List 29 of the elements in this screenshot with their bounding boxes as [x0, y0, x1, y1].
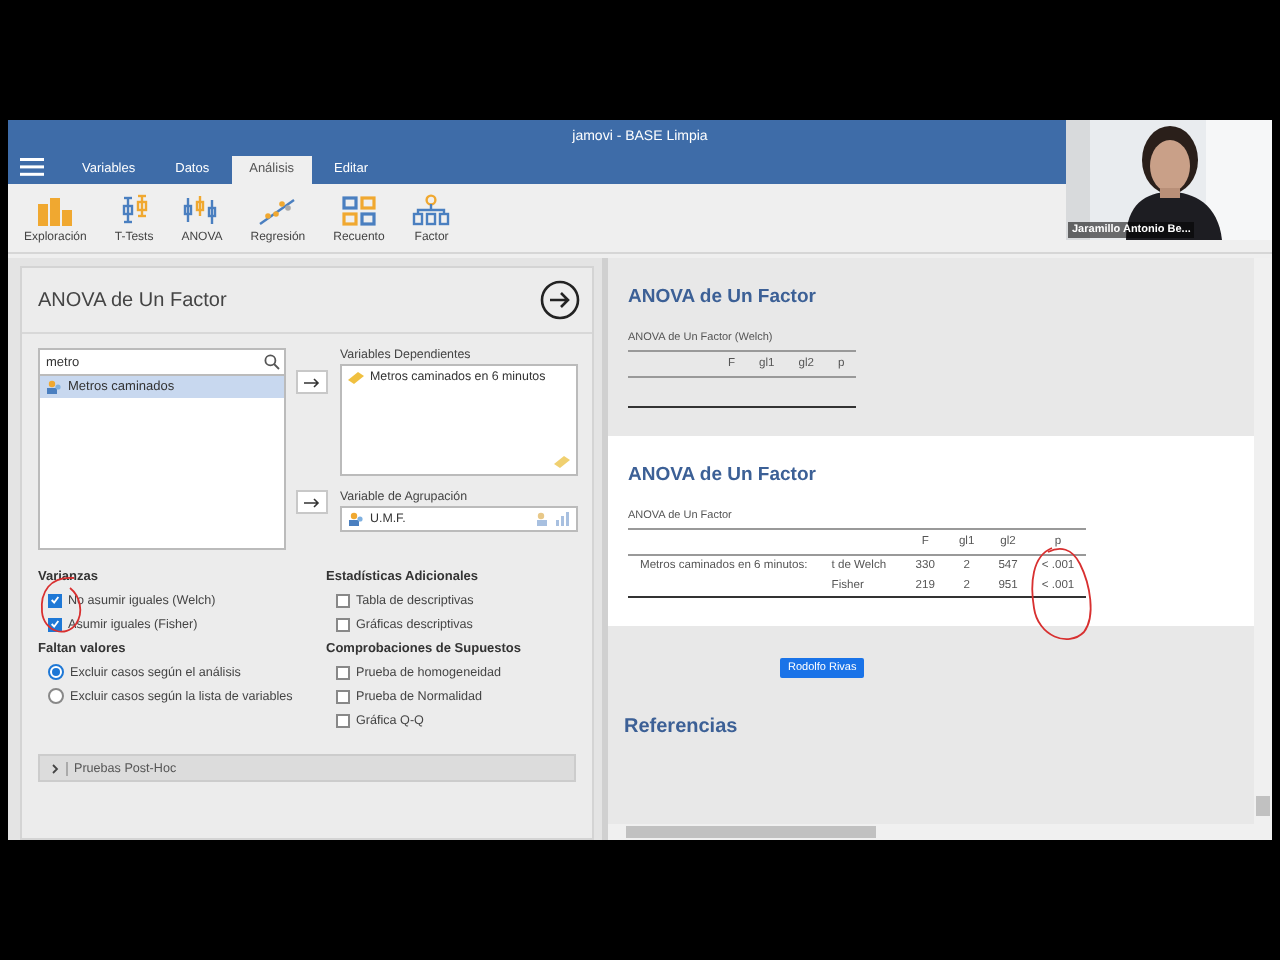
grid-icon: [339, 193, 378, 225]
checkbox[interactable]: [336, 617, 350, 631]
variable-icon: [348, 512, 364, 526]
section-heading: Referencias: [624, 716, 740, 738]
boxplot-icon: [182, 193, 221, 225]
checkbox[interactable]: [336, 665, 350, 679]
result-title: ANOVA de Un Factor: [628, 464, 818, 486]
radio-button[interactable]: [48, 688, 64, 704]
tree-icon: [412, 193, 451, 225]
bar-chart-icon: [36, 193, 75, 225]
move-button[interactable]: [296, 490, 328, 514]
move-button[interactable]: [296, 370, 328, 394]
result-title: ANOVA de Un Factor: [628, 286, 818, 308]
radio-button[interactable]: [48, 664, 64, 680]
variable-type-icon: [536, 512, 570, 526]
checkbox[interactable]: [336, 689, 350, 703]
arrow-circle-icon[interactable]: [540, 280, 580, 320]
panel-title: ANOVA de Un Factor: [38, 289, 227, 311]
checkbox[interactable]: [48, 617, 62, 631]
arrow-icon: [304, 497, 320, 507]
arrow-icon: [304, 377, 320, 387]
checkbox[interactable]: [48, 593, 62, 607]
menu-icon[interactable]: [20, 158, 44, 176]
checkbox[interactable]: [336, 713, 350, 727]
scatter-plot-icon: [258, 193, 297, 225]
chevron-icon: [50, 763, 60, 773]
checkbox[interactable]: [336, 593, 350, 607]
search-icon: [264, 354, 280, 370]
variable-icon: [46, 380, 62, 394]
